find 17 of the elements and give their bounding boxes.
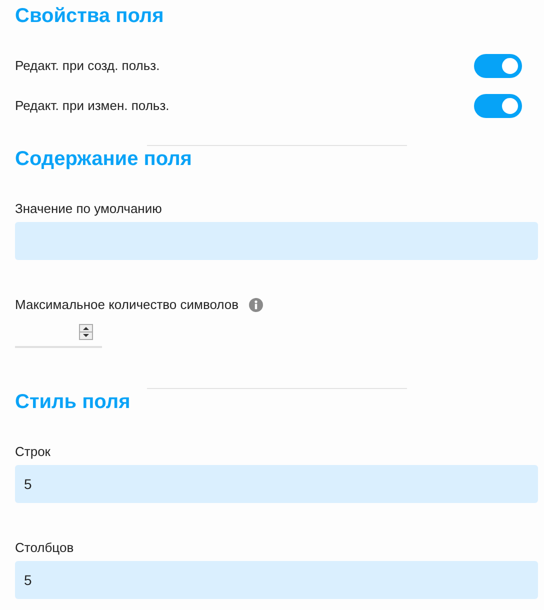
toggle-label: Редакт. при созд. польз. bbox=[15, 57, 160, 75]
section-heading: Содержание поля bbox=[15, 147, 193, 172]
input-field[interactable]: 5 bbox=[15, 465, 538, 503]
spinner-icon[interactable] bbox=[79, 324, 93, 340]
field-label: Значение по умолчанию bbox=[15, 200, 163, 218]
section-heading: Свойства поля bbox=[15, 4, 165, 29]
field-label: Максимальное количество символов bbox=[15, 296, 239, 314]
toggle-label: Редакт. при измен. польз. bbox=[15, 97, 170, 115]
input-field[interactable] bbox=[15, 222, 538, 260]
info-icon[interactable] bbox=[248, 298, 263, 312]
number-field[interactable] bbox=[15, 324, 102, 348]
field-label: Строк bbox=[15, 443, 52, 461]
input-field[interactable]: 5 bbox=[15, 561, 538, 599]
toggle-switch[interactable] bbox=[474, 94, 522, 118]
field-label: Столбцов bbox=[15, 539, 75, 557]
section-heading: Стиль поля bbox=[15, 390, 132, 415]
toggle-switch[interactable] bbox=[474, 54, 522, 78]
